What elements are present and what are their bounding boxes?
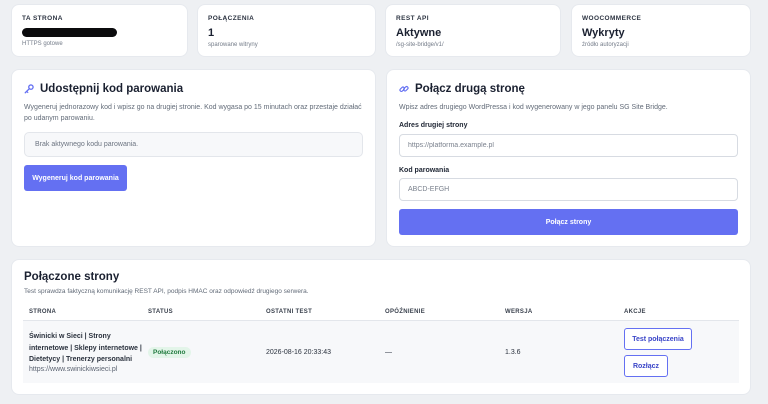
stat-card-woocommerce: WOOCOMMERCE Wykryty źródło autoryzacji <box>571 4 751 57</box>
stat-sub: /sg-site-bridge/v1/ <box>396 42 444 48</box>
site-name: Świnicki w Sieci | Strony internetowe | … <box>29 333 142 363</box>
connect-panel-header: Połącz drugą stronę <box>399 83 525 95</box>
latency-value: — <box>385 349 392 356</box>
stat-sub: źródło autoryzacji <box>582 42 629 48</box>
stat-value: 1 <box>208 27 215 39</box>
stat-card-rest-api: REST API Aktywne /sg-site-bridge/v1/ <box>385 4 561 57</box>
share-panel-header: Udostępnij kod parowania <box>24 83 183 95</box>
generate-code-button[interactable]: Wygeneruj kod parowania <box>24 165 127 191</box>
stat-label: REST API <box>396 15 429 22</box>
last-test-time: 2026-08-16 20:33:43 <box>266 349 331 356</box>
share-code-panel: Udostępnij kod parowania Wygeneruj jedno… <box>11 69 376 247</box>
col-header-version: WERSJA <box>505 309 533 315</box>
stat-card-this-site: TA STRONA HTTPS gotowe <box>11 4 188 57</box>
stat-sub: sparowane witryny <box>208 42 258 48</box>
code-label: Kod parowania <box>399 167 450 174</box>
connected-title: Połączone strony <box>24 271 120 283</box>
test-connection-button[interactable]: Test połączenia <box>624 328 692 350</box>
active-code-box: Brak aktywnego kodu parowania. <box>24 132 363 157</box>
connected-description: Test sprawdza faktyczną komunikację REST… <box>24 288 309 295</box>
status-badge: Połączono <box>148 347 191 358</box>
share-panel-description: Wygeneruj jednorazowy kod i wpisz go na … <box>24 104 362 122</box>
connect-sites-button[interactable]: Połącz strony <box>399 209 738 235</box>
key-icon <box>24 84 34 94</box>
connect-site-panel: Połącz drugą stronę Wpisz adres drugiego… <box>386 69 751 247</box>
code-input[interactable] <box>399 178 738 201</box>
stat-label: WOOCOMMERCE <box>582 15 642 22</box>
col-header-status: STATUS <box>148 309 173 315</box>
stat-value: Aktywne <box>396 27 442 39</box>
col-header-latency: OPÓŹNIENIE <box>385 309 426 315</box>
stat-value: Wykryty <box>582 27 625 39</box>
col-header-site: STRONA <box>29 309 57 315</box>
address-input[interactable] <box>399 134 738 157</box>
address-label: Adres drugiej strony <box>399 122 468 129</box>
col-header-last-test: OSTATNI TEST <box>266 309 313 315</box>
disconnect-button[interactable]: Rozłącz <box>624 355 668 377</box>
stat-card-connections: POŁĄCZENIA 1 sparowane witryny <box>197 4 376 57</box>
redacted-site-name <box>22 28 117 37</box>
connect-panel-description: Wpisz adres drugiego WordPressa i kod wy… <box>399 104 668 111</box>
stat-sub: HTTPS gotowe <box>22 41 63 47</box>
stat-label: TA STRONA <box>22 15 63 22</box>
connect-panel-title: Połącz drugą stronę <box>415 83 525 95</box>
link-icon <box>399 84 409 94</box>
site-url: https://www.swinickiwsieci.pl <box>29 366 118 373</box>
stat-label: POŁĄCZENIA <box>208 15 255 22</box>
col-header-actions: AKCJE <box>624 309 646 315</box>
version-value: 1.3.6 <box>505 349 521 356</box>
share-panel-title: Udostępnij kod parowania <box>40 83 184 95</box>
